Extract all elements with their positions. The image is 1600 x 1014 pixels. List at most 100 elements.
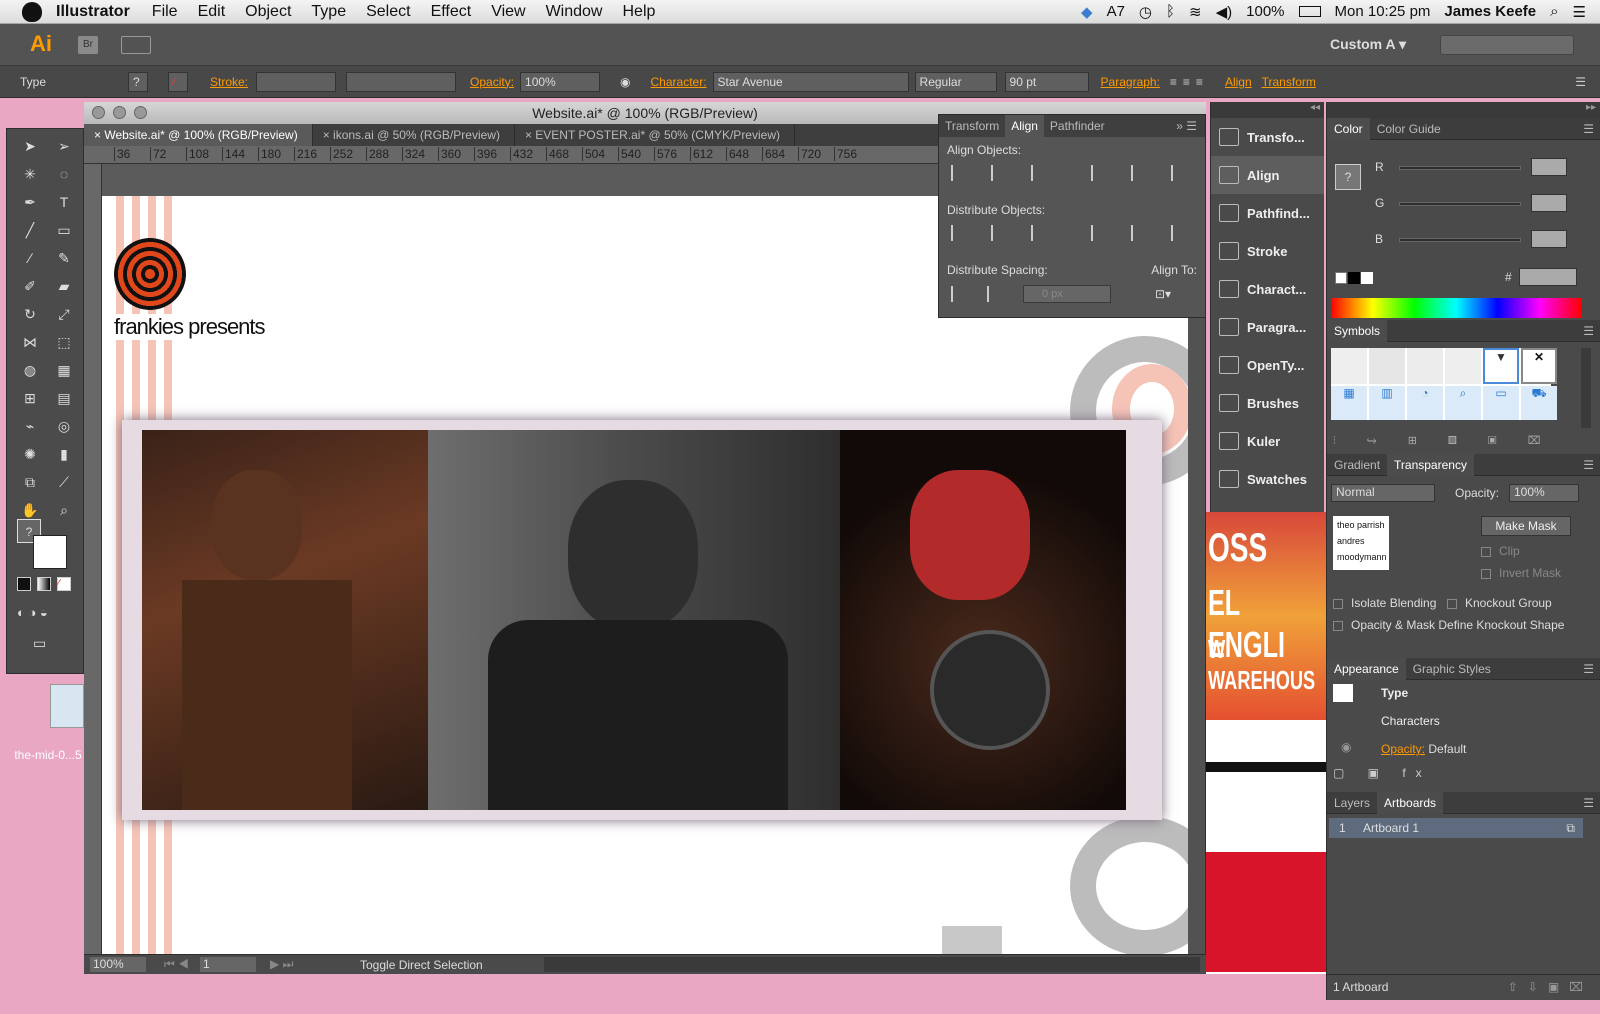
fill-color-icon[interactable]: ? [1335, 164, 1361, 190]
distribute-left-icon[interactable] [1091, 225, 1109, 241]
tab-pathfinder[interactable]: Pathfinder [1044, 119, 1111, 133]
scale-tool-icon[interactable]: ⤢ [51, 301, 77, 327]
align-right-icon[interactable] [1031, 165, 1049, 181]
input-g[interactable] [1531, 194, 1567, 212]
desktop-file-icon[interactable] [50, 684, 84, 728]
gradient-tool-icon[interactable]: ▤ [51, 385, 77, 411]
search-symbol-icon[interactable]: ⌕ [1445, 386, 1481, 420]
panel-menu-icon[interactable]: ☰ [1583, 458, 1600, 472]
close-window-icon[interactable] [92, 106, 105, 119]
symbol-item[interactable] [1331, 348, 1367, 384]
rotate-tool-icon[interactable]: ↻ [17, 301, 43, 327]
symbols-footer-icons[interactable]: ⫶ ↪ ⊞ ▤ ▣ ⌧ [1333, 434, 1554, 448]
tab-layers[interactable]: Layers [1327, 792, 1377, 814]
clock[interactable]: Mon 10:25 pm [1335, 3, 1431, 20]
input-b[interactable] [1531, 230, 1567, 248]
bluetooth-icon[interactable]: ᛒ [1166, 3, 1175, 20]
blend-mode-select[interactable]: Normal [1331, 484, 1435, 502]
stroke-weight-input[interactable] [256, 71, 337, 92]
control-bar-menu-icon[interactable]: ☰ [1575, 75, 1586, 89]
panel-menu-icon[interactable]: ☰ [1583, 122, 1600, 136]
line-tool-icon[interactable]: ╱ [17, 217, 43, 243]
cart-symbol-icon[interactable]: ⛟ [1521, 386, 1557, 420]
tab-symbols[interactable]: Symbols [1327, 319, 1388, 342]
tab-ikons[interactable]: × ikons.ai @ 50% (RGB/Preview) [313, 124, 515, 146]
dj-photo-2[interactable] [428, 430, 840, 810]
transform-link[interactable]: Transform [1262, 75, 1316, 89]
dock-character[interactable]: Charact... [1211, 270, 1324, 308]
knockout-group-checkbox[interactable]: Knockout Group [1447, 596, 1552, 610]
dock-stroke[interactable]: Stroke [1211, 232, 1324, 270]
spacing-input[interactable]: 0 px [1023, 285, 1111, 303]
film-symbol-icon[interactable]: ▥ [1369, 386, 1405, 420]
type-tool-icon[interactable]: T [51, 189, 77, 215]
draw-mode-icons[interactable]: ◐ ◑ ◒ [17, 605, 48, 620]
paragraph-align-buttons[interactable]: ≡≡≡ [1170, 75, 1209, 89]
color-mode-buttons[interactable]: ⁄ [17, 577, 75, 593]
input-r[interactable] [1531, 158, 1567, 176]
transparency-thumbnail[interactable]: theo parrish andres moodymann [1333, 516, 1389, 570]
symbols-scrollbar[interactable] [1581, 348, 1591, 428]
align-left-icon[interactable] [951, 165, 969, 181]
invert-mask-checkbox[interactable]: Invert Mask [1481, 566, 1561, 580]
mesh-tool-icon[interactable]: ⊞ [17, 385, 43, 411]
pencil-icon[interactable]: ✎ [51, 245, 77, 271]
appearance-footer-icons[interactable]: ▢ ▣ fx [1333, 766, 1432, 780]
panel-menu-icon[interactable]: ☰ [1583, 324, 1600, 338]
distribute-top-icon[interactable] [951, 225, 969, 241]
artboard-number-input[interactable]: 1 [200, 957, 256, 972]
symbol-sprayer-icon[interactable]: ✺ [17, 441, 43, 467]
opacity-input[interactable]: 100% [520, 71, 601, 92]
zoom-select[interactable]: 100% [90, 957, 146, 972]
visibility-eye-icon[interactable]: ◉ [1341, 740, 1351, 754]
width-tool-icon[interactable]: ⋈ [17, 329, 43, 355]
character-label[interactable]: Character: [651, 75, 707, 89]
fill-swatch[interactable]: ? [128, 71, 148, 92]
define-knockout-checkbox[interactable]: Opacity & Mask Define Knockout Shape [1333, 618, 1564, 632]
eraser-icon[interactable]: ▰ [51, 273, 77, 299]
close-symbol-icon[interactable]: ✕ [1521, 348, 1557, 384]
dropdown-symbol-icon[interactable]: ▼ [1483, 348, 1519, 384]
distribute-hspace-icon[interactable] [987, 286, 1005, 302]
vertical-ruler[interactable] [84, 164, 102, 954]
dock-swatches[interactable]: Swatches [1211, 460, 1324, 498]
menu-window[interactable]: Window [546, 3, 603, 21]
distribute-hcenter-icon[interactable] [1131, 225, 1149, 241]
align-top-icon[interactable] [1091, 165, 1109, 181]
dj-photo-1[interactable] [142, 430, 428, 810]
screen-mode-icon[interactable]: ▭ [33, 635, 46, 652]
minimize-window-icon[interactable] [113, 106, 126, 119]
menu-view[interactable]: View [491, 3, 525, 21]
font-size-input[interactable]: 90 pt [1004, 71, 1089, 92]
time-machine-icon[interactable]: ◷ [1139, 3, 1152, 21]
artboard-nav-prev[interactable]: ⏮ ◀ [164, 957, 189, 972]
pen-tool-icon[interactable]: ✒ [17, 189, 43, 215]
wifi-icon[interactable]: ≋ [1189, 3, 1202, 21]
variable-width-select[interactable] [346, 71, 457, 92]
shape-builder-icon[interactable]: ◍ [17, 357, 43, 383]
blob-brush-icon[interactable]: ✐ [17, 273, 43, 299]
eyedropper-icon[interactable]: ⌁ [17, 413, 43, 439]
paragraph-label[interactable]: Paragraph: [1101, 75, 1160, 89]
make-mask-button[interactable]: Make Mask [1481, 516, 1571, 536]
align-hcenter-icon[interactable] [991, 165, 1009, 181]
stroke-color-icon[interactable] [33, 535, 67, 569]
help-search-input[interactable] [1440, 35, 1574, 55]
appearance-opacity-row[interactable]: Opacity: Default [1381, 742, 1466, 756]
opacity-input[interactable]: 100% [1509, 484, 1579, 502]
horizontal-scrollbar[interactable] [544, 957, 1200, 972]
free-transform-icon[interactable]: ⬚ [51, 329, 77, 355]
volume-icon[interactable]: ◀) [1216, 3, 1233, 21]
desktop-file-label[interactable]: the-mid-0...5 [14, 748, 82, 762]
menu-help[interactable]: Help [622, 3, 655, 21]
dock-brushes[interactable]: Brushes [1211, 384, 1324, 422]
artboard-tool-icon[interactable]: ⧉ [17, 469, 43, 495]
clip-checkbox[interactable]: Clip [1481, 544, 1520, 558]
direct-selection-tool-icon[interactable]: ➢ [51, 133, 77, 159]
blend-tool-icon[interactable]: ◎ [51, 413, 77, 439]
artboard-footer-icons[interactable]: ⇧⇩▣⌧ [1508, 980, 1600, 994]
notification-icon[interactable]: A7 [1107, 3, 1125, 20]
artboard-nav-next[interactable]: ▶ ⏭ [270, 957, 293, 972]
color-spectrum[interactable] [1331, 298, 1581, 318]
artboard-options-icon[interactable]: ⧉ [1566, 821, 1583, 836]
